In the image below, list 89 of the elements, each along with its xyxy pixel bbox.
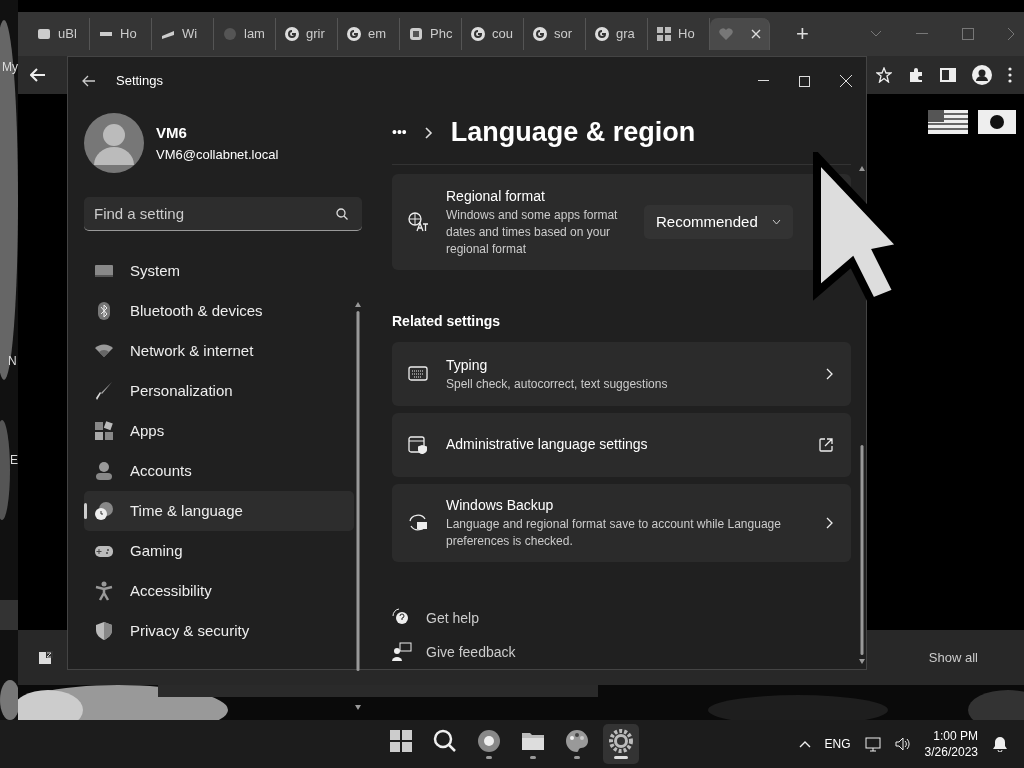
avatar bbox=[84, 113, 144, 173]
chevron-up-icon[interactable] bbox=[798, 740, 811, 748]
accessibility-icon bbox=[94, 581, 114, 601]
nav-item[interactable]: Privacy & security bbox=[84, 611, 354, 651]
show-all-button[interactable]: Show all bbox=[922, 646, 984, 669]
window-shield-icon bbox=[408, 434, 428, 455]
chevron-down-icon[interactable] bbox=[870, 30, 882, 38]
nav-item[interactable]: Bluetooth & devices bbox=[84, 291, 354, 331]
profile-icon[interactable] bbox=[972, 65, 992, 85]
browser-tab[interactable]: Wi bbox=[152, 18, 214, 50]
file-icon[interactable] bbox=[38, 649, 54, 666]
section-heading: Related settings bbox=[392, 312, 502, 332]
tab-favicon-icon bbox=[594, 26, 610, 42]
chevron-right-icon bbox=[825, 516, 833, 529]
clock-time[interactable]: 1:00 PM bbox=[924, 728, 978, 744]
nav-item[interactable]: Accounts bbox=[84, 451, 354, 491]
tab-favicon-icon bbox=[408, 26, 424, 42]
tab-favicon-icon bbox=[346, 26, 362, 42]
chevron-down-icon bbox=[771, 219, 781, 226]
scrollbar[interactable] bbox=[355, 301, 361, 711]
nav-item[interactable]: Accessibility bbox=[84, 571, 354, 611]
browser-tab[interactable]: Ho bbox=[90, 18, 152, 50]
language-icon bbox=[408, 212, 428, 233]
setting-link-card[interactable]: Typing Spell check, autocorrect, text suggestions bbox=[392, 342, 851, 406]
nav-item[interactable]: System bbox=[84, 251, 354, 291]
tab-favicon-icon bbox=[656, 26, 672, 42]
browser-tab[interactable] bbox=[710, 18, 770, 50]
browser-tab[interactable]: cou bbox=[462, 18, 524, 50]
taskbar-app[interactable] bbox=[603, 724, 639, 764]
menu-icon[interactable] bbox=[1008, 67, 1012, 83]
globe-clock-icon bbox=[94, 501, 114, 521]
help-link[interactable]: Get help bbox=[392, 601, 479, 635]
chevron-right-icon bbox=[424, 126, 433, 139]
volume-icon[interactable] bbox=[894, 736, 911, 752]
notification-bell-icon[interactable] bbox=[992, 736, 1008, 752]
shield-icon bbox=[94, 621, 114, 641]
nav-item[interactable]: Gaming bbox=[84, 531, 354, 571]
help-link[interactable]: Give feedback bbox=[392, 635, 516, 669]
tab-favicon-icon bbox=[532, 26, 548, 42]
browser-tab[interactable]: grir bbox=[276, 18, 338, 50]
nav-item[interactable]: Personalization bbox=[84, 371, 354, 411]
palette-icon bbox=[565, 729, 589, 753]
side-panel-icon[interactable] bbox=[940, 67, 956, 83]
browser-tab[interactable]: Phc bbox=[400, 18, 462, 50]
browser-tab[interactable]: em bbox=[338, 18, 400, 50]
search-field[interactable]: Find a setting bbox=[84, 197, 362, 231]
setting-link-card[interactable]: Windows Backup Language and regional format save to account while Language preferences is checked. bbox=[392, 483, 851, 562]
chevron-right-icon bbox=[825, 368, 833, 381]
nav-item[interactable]: Network & internet bbox=[84, 331, 354, 371]
tab-favicon-icon bbox=[718, 26, 734, 42]
external-link-icon bbox=[818, 437, 833, 452]
clock-date[interactable]: 3/26/2023 bbox=[924, 744, 978, 760]
new-tab-button[interactable]: + bbox=[792, 23, 813, 45]
setting-description: Windows and some apps format dates and times based on your regional format bbox=[446, 207, 619, 259]
back-arrow-icon[interactable] bbox=[82, 75, 96, 87]
tab-favicon-icon bbox=[470, 26, 486, 42]
gear-icon bbox=[609, 729, 633, 753]
user-name: VM6 bbox=[156, 123, 188, 143]
browser-tab[interactable]: gra bbox=[586, 18, 648, 50]
more-button[interactable]: ••• bbox=[392, 122, 407, 144]
record-button-icon[interactable] bbox=[978, 110, 1016, 134]
person-icon bbox=[94, 461, 114, 481]
language-indicator[interactable]: ENG bbox=[824, 735, 851, 753]
flag-icon[interactable] bbox=[928, 110, 968, 134]
user-email: VM6@collabnet.local bbox=[156, 145, 279, 164]
search-icon bbox=[433, 729, 457, 753]
scrollbar[interactable] bbox=[859, 165, 865, 665]
feedback-icon bbox=[392, 642, 412, 662]
window-title: Settings bbox=[116, 72, 163, 91]
browser-tab[interactable]: sor bbox=[524, 18, 586, 50]
nav-item[interactable]: Apps bbox=[84, 411, 354, 451]
setting-title: Regional format bbox=[446, 187, 546, 207]
nav-item[interactable]: Time & language bbox=[84, 491, 354, 531]
apps-icon bbox=[94, 421, 114, 441]
sync-monitor-icon bbox=[408, 512, 428, 533]
minimize-icon[interactable] bbox=[758, 80, 769, 82]
page-title: Language & region bbox=[450, 116, 696, 150]
network-icon[interactable] bbox=[864, 736, 881, 752]
setting-link-card[interactable]: Administrative language settings bbox=[392, 412, 851, 477]
browser-tab[interactable]: lam bbox=[214, 18, 276, 50]
tab-favicon-icon bbox=[222, 26, 238, 42]
browser-tab[interactable]: uBl bbox=[28, 18, 90, 50]
tab-favicon-icon bbox=[284, 26, 300, 42]
star-icon[interactable] bbox=[876, 67, 892, 83]
tab-favicon-icon bbox=[36, 26, 52, 42]
puzzle-icon[interactable] bbox=[908, 67, 924, 83]
dropdown[interactable]: Recommended bbox=[644, 204, 793, 240]
start-icon bbox=[389, 729, 413, 753]
browser-icon bbox=[477, 729, 501, 753]
